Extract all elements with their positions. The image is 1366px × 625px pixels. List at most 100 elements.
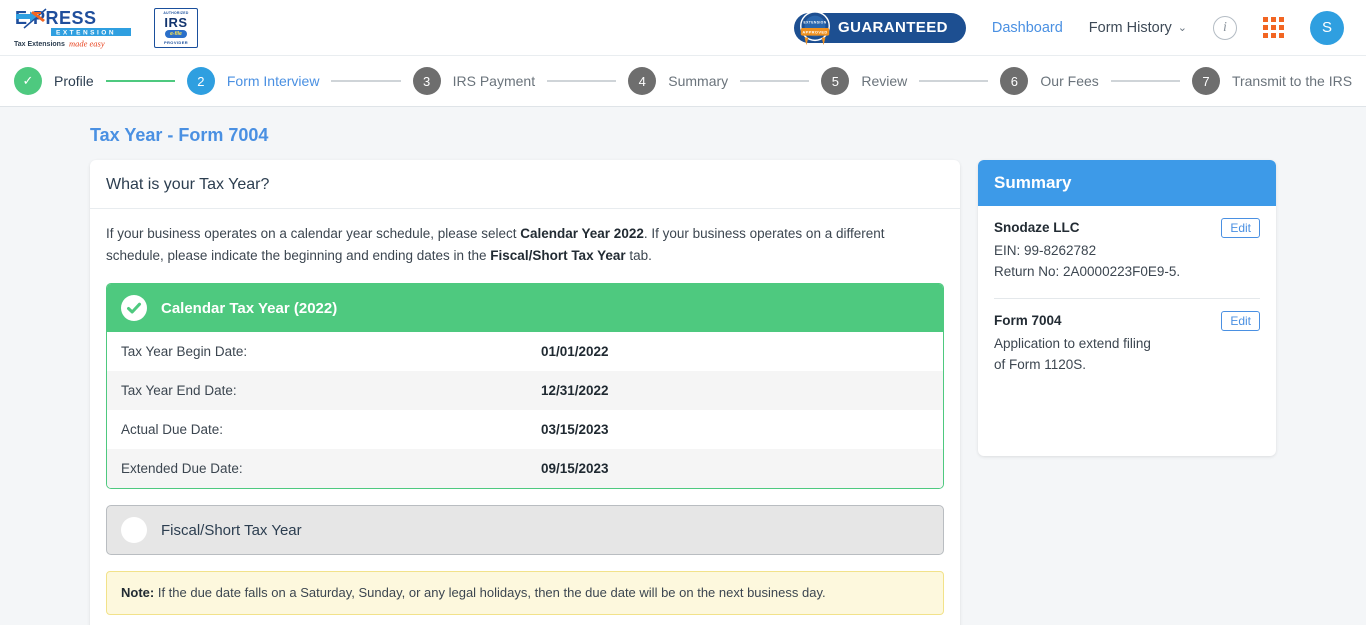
grid-dot	[1271, 33, 1276, 38]
apps-grid-icon[interactable]	[1263, 17, 1284, 38]
calendar-tax-year-option[interactable]: Calendar Tax Year (2022) Tax Year Begin …	[106, 283, 944, 489]
step-connector	[1110, 80, 1180, 82]
business-return-no: Return No: 2A0000223F0E9-5.	[994, 264, 1181, 279]
top-header-bar: E PRESS EXTENSION Tax Extensions made ea…	[0, 0, 1366, 56]
step-bubble: 4	[628, 67, 657, 95]
form-history-menu[interactable]: Form History ⌄	[1089, 20, 1187, 36]
approval-seal-icon: EXTENSION APPROVED	[800, 10, 830, 45]
check-circle-icon	[121, 295, 147, 321]
tax-date-value: 12/31/2022	[541, 383, 609, 398]
step-bubble: 5	[821, 67, 850, 95]
svg-text:APPROVED: APPROVED	[802, 29, 827, 34]
tax-date-row: Tax Year End Date: 12/31/2022	[107, 371, 943, 410]
note-label: Note:	[121, 585, 155, 600]
radio-unselected-icon	[121, 517, 147, 543]
step-our-fees[interactable]: 6 Our Fees	[1000, 67, 1192, 95]
svg-text:made easy: made easy	[69, 38, 105, 48]
header-actions: EXTENSION APPROVED GUARANTEED Dashboard …	[794, 10, 1344, 45]
info-icon[interactable]: i	[1213, 15, 1237, 40]
step-bubble: 2	[186, 67, 215, 95]
step-summary[interactable]: 4 Summary	[628, 67, 821, 95]
step-transmit-to-the-irs[interactable]: 7 Transmit to the IRS	[1191, 67, 1353, 95]
grid-dot	[1279, 33, 1284, 38]
tax-date-label: Actual Due Date:	[121, 422, 224, 437]
grid-dot	[1263, 25, 1268, 30]
dashboard-link[interactable]: Dashboard	[992, 20, 1063, 36]
tax-year-intro-text: If your business operates on a calendar …	[106, 223, 944, 267]
due-date-note: Note: If the due date falls on a Saturda…	[106, 571, 944, 615]
step-connector	[740, 80, 810, 82]
step-label: IRS Payment	[452, 73, 536, 89]
intro-part-a: If your business operates on a calendar …	[106, 226, 521, 241]
avatar-initial: S	[1321, 19, 1332, 36]
summary-divider	[994, 298, 1260, 299]
grid-dot	[1263, 33, 1268, 38]
step-bubble: ✓	[14, 67, 42, 95]
step-label: Review	[861, 73, 908, 89]
intro-part-e: tab.	[625, 248, 652, 263]
step-group: 2 Form Interview	[186, 67, 320, 95]
calendar-tax-year-header[interactable]: Calendar Tax Year (2022)	[107, 284, 943, 332]
tax-date-row: Extended Due Date: 09/15/2023	[107, 449, 943, 488]
note-text: If the due date falls on a Saturday, Sun…	[154, 585, 826, 600]
avatar[interactable]: S	[1310, 10, 1344, 45]
step-bubble: 7	[1191, 67, 1220, 95]
tax-date-value: 01/01/2022	[541, 344, 609, 359]
content-columns: What is your Tax Year? If your business …	[22, 160, 1344, 625]
step-group: 6 Our Fees	[1000, 67, 1099, 95]
step-connector	[331, 80, 401, 82]
tax-year-card-heading: What is your Tax Year?	[90, 160, 960, 209]
edit-form-button[interactable]: Edit	[1221, 311, 1260, 331]
irs-efile-provider-badge: AUTHORIZED IRS e-file PROVIDER	[154, 7, 198, 48]
summary-heading: Summary	[978, 160, 1276, 206]
express-extension-logo[interactable]: E PRESS EXTENSION Tax Extensions made ea…	[10, 5, 140, 51]
step-label: Transmit to the IRS	[1231, 73, 1353, 89]
summary-column: Summary Edit Snodaze LLC EIN: 99-8262782…	[978, 160, 1276, 456]
form-history-label: Form History	[1088, 19, 1172, 36]
step-connector	[919, 80, 989, 82]
svg-text:Tax Extensions: Tax Extensions	[14, 41, 65, 48]
fiscal-short-tax-year-option[interactable]: Fiscal/Short Tax Year	[106, 505, 944, 555]
step-label: Summary	[668, 73, 729, 89]
tax-date-label: Extended Due Date:	[121, 461, 243, 476]
guaranteed-label: GUARANTEED	[838, 19, 948, 36]
business-ein: EIN: 99-8262782	[994, 243, 1097, 258]
summary-body: Edit Snodaze LLC EIN: 99-8262782 Return …	[978, 206, 1276, 456]
step-label: Form Interview	[226, 73, 320, 89]
brand-group: E PRESS EXTENSION Tax Extensions made ea…	[10, 5, 198, 51]
step-form-interview[interactable]: 2 Form Interview	[186, 67, 413, 95]
guaranteed-badge[interactable]: EXTENSION APPROVED GUARANTEED	[794, 10, 966, 45]
form-desc-line-1: Application to extend filing	[994, 336, 1151, 351]
tax-date-label: Tax Year End Date:	[121, 383, 237, 398]
step-irs-payment[interactable]: 3 IRS Payment	[412, 67, 629, 95]
step-group: 7 Transmit to the IRS	[1191, 67, 1353, 95]
grid-dot	[1271, 17, 1276, 22]
step-review[interactable]: 5 Review	[821, 67, 1000, 95]
step-group: ✓ Profile	[14, 67, 94, 95]
form-name: Form 7004	[994, 313, 1062, 328]
step-profile[interactable]: ✓ Profile	[14, 67, 187, 95]
business-name: Snodaze LLC	[994, 220, 1080, 235]
tax-date-row: Tax Year Begin Date: 01/01/2022	[107, 332, 943, 371]
summary-business-block: Edit Snodaze LLC EIN: 99-8262782 Return …	[994, 218, 1260, 282]
step-connector	[547, 80, 617, 82]
form-desc-line-2: of Form 1120S.	[994, 357, 1087, 372]
step-connector	[105, 80, 175, 82]
step-label: Profile	[54, 73, 94, 89]
svg-text:EXTENSION: EXTENSION	[803, 20, 826, 24]
chevron-down-icon: ⌄	[1177, 22, 1187, 34]
tax-date-row: Actual Due Date: 03/15/2023	[107, 410, 943, 449]
grid-dot	[1271, 25, 1276, 30]
fiscal-short-tax-year-label: Fiscal/Short Tax Year	[161, 521, 302, 539]
step-group: 4 Summary	[628, 67, 728, 95]
irs-badge-main-text: IRS	[164, 14, 188, 30]
step-bubble: 3	[412, 67, 441, 95]
tax-date-value: 09/15/2023	[541, 461, 609, 476]
edit-business-button[interactable]: Edit	[1221, 218, 1260, 238]
main-column: What is your Tax Year? If your business …	[90, 160, 960, 625]
tax-date-value: 03/15/2023	[541, 422, 609, 437]
grid-dot	[1279, 25, 1284, 30]
tax-year-date-rows: Tax Year Begin Date: 01/01/2022 Tax Year E…	[107, 332, 943, 488]
grid-dot	[1279, 17, 1284, 22]
calendar-tax-year-label: Calendar Tax Year (2022)	[161, 299, 338, 317]
